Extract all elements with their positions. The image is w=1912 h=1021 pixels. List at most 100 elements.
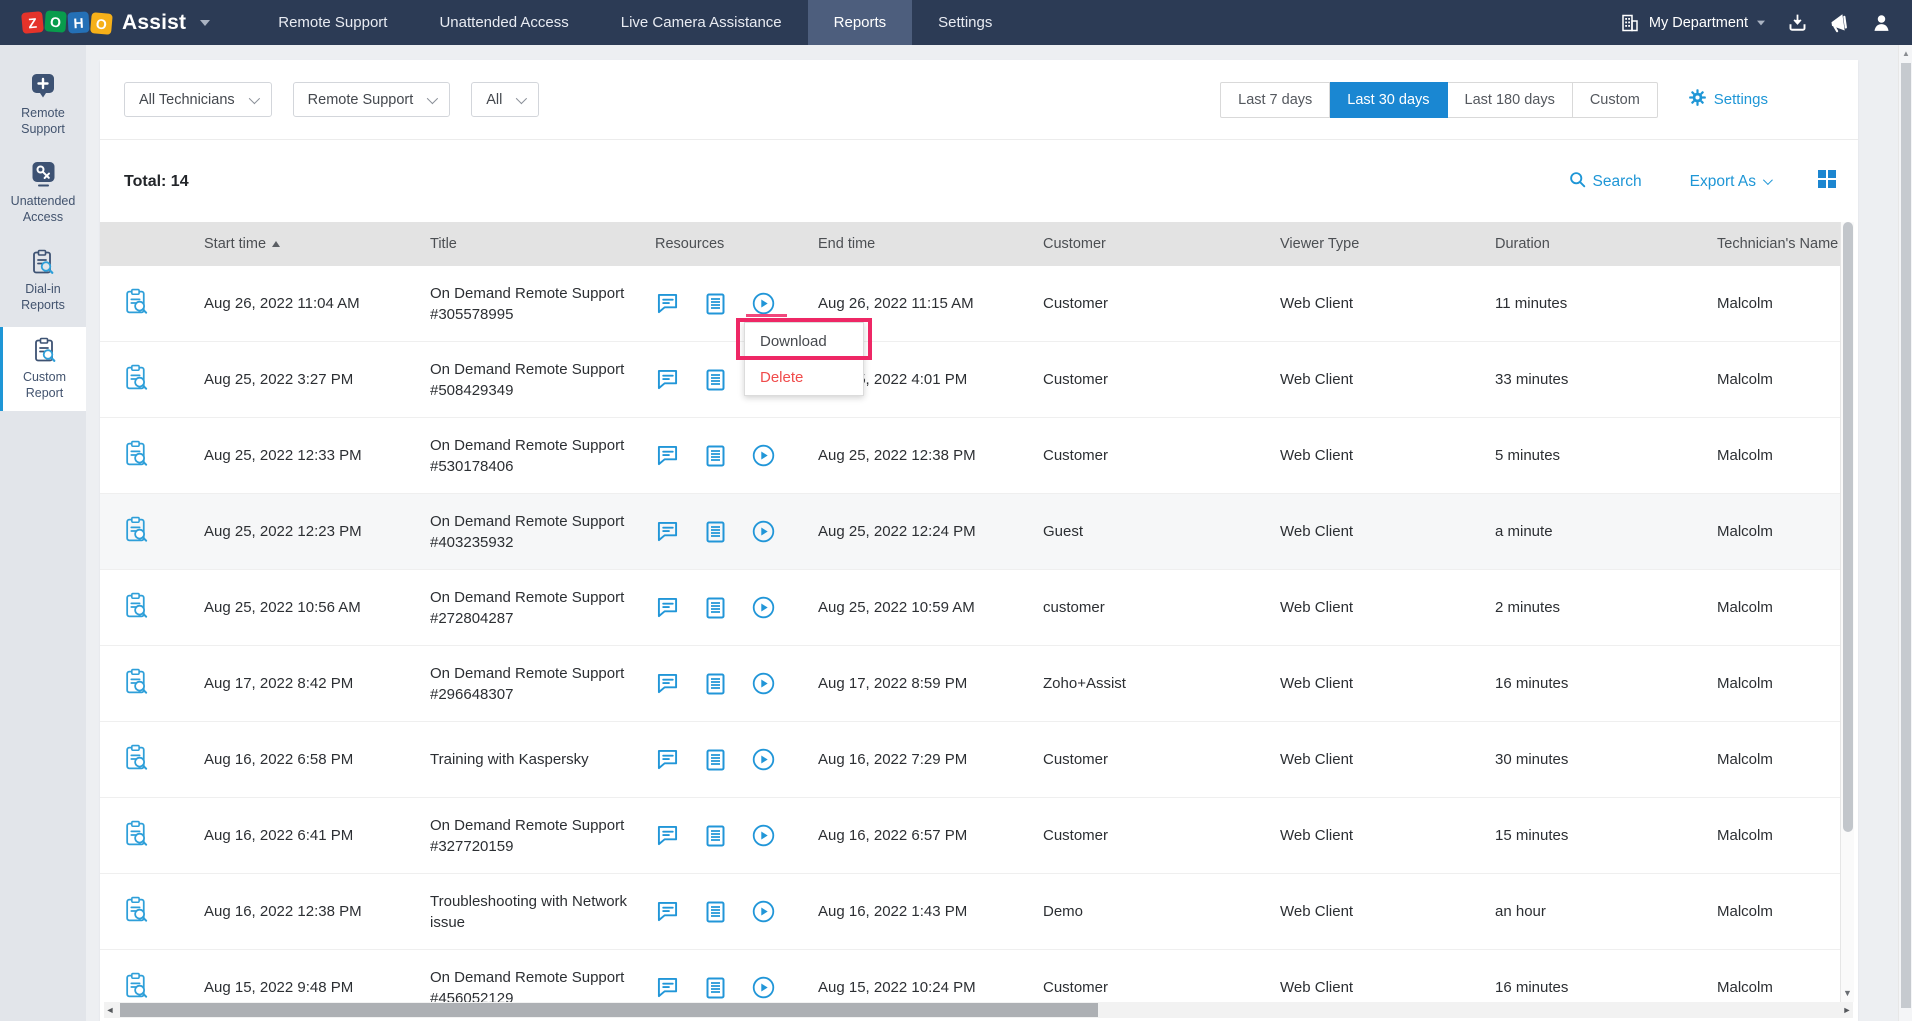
session-report-icon xyxy=(100,440,204,472)
cell-title: On Demand Remote Support #403235932 xyxy=(430,511,655,553)
nav-remote-support[interactable]: Remote Support xyxy=(252,0,413,45)
header-end-time[interactable]: End time xyxy=(818,236,1043,252)
scroll-right-arrow[interactable]: ► xyxy=(1841,1005,1853,1015)
window-scroll-thumb[interactable] xyxy=(1901,63,1911,1008)
vertical-scroll-thumb[interactable] xyxy=(1843,222,1853,832)
table-row[interactable]: Aug 16, 2022 6:58 PM Training with Kaspe… xyxy=(100,722,1840,798)
cell-duration: 5 minutes xyxy=(1495,447,1717,464)
play-recording-icon[interactable] xyxy=(751,520,775,544)
chevron-down-icon[interactable] xyxy=(200,20,210,26)
cell-start-time: Aug 26, 2022 11:04 AM xyxy=(204,295,430,312)
chat-transcript-icon[interactable] xyxy=(655,900,679,924)
cell-customer: Customer xyxy=(1043,979,1280,996)
export-as-dropdown[interactable]: Export As xyxy=(1690,173,1770,191)
cell-viewer-type: Web Client xyxy=(1280,827,1495,844)
table-row[interactable]: Aug 16, 2022 12:38 PM Troubleshooting wi… xyxy=(100,874,1840,950)
department-selector[interactable]: My Department xyxy=(1619,12,1766,34)
nav-live-camera-assistance[interactable]: Live Camera Assistance xyxy=(595,0,808,45)
table-row[interactable]: Aug 15, 2022 9:48 PM On Demand Remote Su… xyxy=(100,950,1840,1002)
session-type-filter-dropdown[interactable]: Remote Support xyxy=(293,82,451,117)
report-settings-button[interactable]: Settings xyxy=(1688,88,1768,111)
range-custom[interactable]: Custom xyxy=(1573,82,1658,118)
session-notes-icon[interactable] xyxy=(703,596,727,620)
header-technician-name[interactable]: Technician's Name xyxy=(1717,236,1858,252)
cell-duration: 16 minutes xyxy=(1495,979,1717,996)
download-app-icon[interactable] xyxy=(1786,12,1808,34)
unattended-access-icon xyxy=(0,161,86,188)
header-viewer-type[interactable]: Viewer Type xyxy=(1280,236,1495,252)
cell-viewer-type: Web Client xyxy=(1280,295,1495,312)
scroll-down-arrow[interactable]: ▼ xyxy=(1843,988,1852,998)
header-start-time[interactable]: Start time xyxy=(204,236,430,252)
user-profile-icon[interactable] xyxy=(1870,12,1892,34)
session-notes-icon[interactable] xyxy=(703,672,727,696)
sidebar-item-remote-support[interactable]: RemoteSupport xyxy=(0,63,86,147)
status-filter-dropdown[interactable]: All xyxy=(471,82,539,117)
nav-reports[interactable]: Reports xyxy=(808,0,913,45)
table-horizontal-scrollbar[interactable]: ◄ ► xyxy=(104,1002,1853,1018)
play-recording-icon[interactable] xyxy=(751,292,775,316)
scroll-up-arrow[interactable]: ▲ xyxy=(1902,49,1910,58)
sidebar-item-dial-in-reports[interactable]: Dial-inReports xyxy=(0,239,86,323)
chat-transcript-icon[interactable] xyxy=(655,976,679,1000)
sidebar-item-custom-report[interactable]: CustomReport xyxy=(0,327,86,411)
sidebar-item-unattended-access[interactable]: UnattendedAccess xyxy=(0,151,86,235)
play-recording-icon[interactable] xyxy=(751,672,775,696)
chat-transcript-icon[interactable] xyxy=(655,292,679,316)
horizontal-scroll-thumb[interactable] xyxy=(120,1003,1098,1017)
session-notes-icon[interactable] xyxy=(703,976,727,1000)
range-last-7-days[interactable]: Last 7 days xyxy=(1220,82,1330,118)
session-notes-icon[interactable] xyxy=(703,368,727,392)
header-resources[interactable]: Resources xyxy=(655,236,818,252)
cell-resources xyxy=(655,596,818,620)
zoho-assist-logo[interactable]: Z O H O Assist xyxy=(22,11,210,35)
announcements-icon[interactable] xyxy=(1828,12,1850,34)
table-row[interactable]: Aug 26, 2022 11:04 AM On Demand Remote S… xyxy=(100,266,1840,342)
chat-transcript-icon[interactable] xyxy=(655,444,679,468)
session-notes-icon[interactable] xyxy=(703,748,727,772)
table-row[interactable]: Aug 25, 2022 12:33 PM On Demand Remote S… xyxy=(100,418,1840,494)
window-scrollbar[interactable]: ▲ xyxy=(1898,45,1912,1021)
chat-transcript-icon[interactable] xyxy=(655,824,679,848)
session-notes-icon[interactable] xyxy=(703,900,727,924)
session-notes-icon[interactable] xyxy=(703,444,727,468)
chat-transcript-icon[interactable] xyxy=(655,368,679,392)
table-row[interactable]: Aug 17, 2022 8:42 PM On Demand Remote Su… xyxy=(100,646,1840,722)
header-customer[interactable]: Customer xyxy=(1043,236,1280,252)
header-title[interactable]: Title xyxy=(430,236,655,252)
technician-filter-dropdown[interactable]: All Technicians xyxy=(124,82,272,117)
table-vertical-scrollbar[interactable]: ▼ xyxy=(1840,222,1854,1002)
range-last-30-days[interactable]: Last 30 days xyxy=(1330,82,1447,118)
chat-transcript-icon[interactable] xyxy=(655,520,679,544)
cell-end-time: Aug 25, 2022 12:24 PM xyxy=(818,523,1043,540)
scroll-left-arrow[interactable]: ◄ xyxy=(104,1005,116,1015)
nav-unattended-access[interactable]: Unattended Access xyxy=(413,0,594,45)
chat-transcript-icon[interactable] xyxy=(655,748,679,772)
play-recording-icon[interactable] xyxy=(751,976,775,1000)
cell-title: Training with Kaspersky xyxy=(430,749,655,770)
session-notes-icon[interactable] xyxy=(703,520,727,544)
cell-start-time: Aug 16, 2022 12:38 PM xyxy=(204,903,430,920)
table-row[interactable]: Aug 16, 2022 6:41 PM On Demand Remote Su… xyxy=(100,798,1840,874)
play-recording-icon[interactable] xyxy=(751,596,775,620)
table-row[interactable]: Aug 25, 2022 12:23 PM On Demand Remote S… xyxy=(100,494,1840,570)
menu-item-delete[interactable]: Delete xyxy=(745,359,863,395)
play-recording-icon[interactable] xyxy=(751,824,775,848)
cell-title: On Demand Remote Support #305578995 xyxy=(430,283,655,325)
range-last-180-days[interactable]: Last 180 days xyxy=(1448,82,1573,118)
play-recording-icon[interactable] xyxy=(751,444,775,468)
header-duration[interactable]: Duration xyxy=(1495,236,1717,252)
play-recording-icon[interactable] xyxy=(751,748,775,772)
session-notes-icon[interactable] xyxy=(703,292,727,316)
grid-view-toggle[interactable] xyxy=(1818,170,1836,193)
nav-settings[interactable]: Settings xyxy=(912,0,1018,45)
cell-viewer-type: Web Client xyxy=(1280,599,1495,616)
play-recording-icon[interactable] xyxy=(751,900,775,924)
table-row[interactable]: Aug 25, 2022 10:56 AM On Demand Remote S… xyxy=(100,570,1840,646)
table-row[interactable]: Aug 25, 2022 3:27 PM On Demand Remote Su… xyxy=(100,342,1840,418)
chat-transcript-icon[interactable] xyxy=(655,596,679,620)
menu-item-download[interactable]: Download xyxy=(745,323,863,359)
session-notes-icon[interactable] xyxy=(703,824,727,848)
chat-transcript-icon[interactable] xyxy=(655,672,679,696)
search-button[interactable]: Search xyxy=(1569,171,1642,193)
